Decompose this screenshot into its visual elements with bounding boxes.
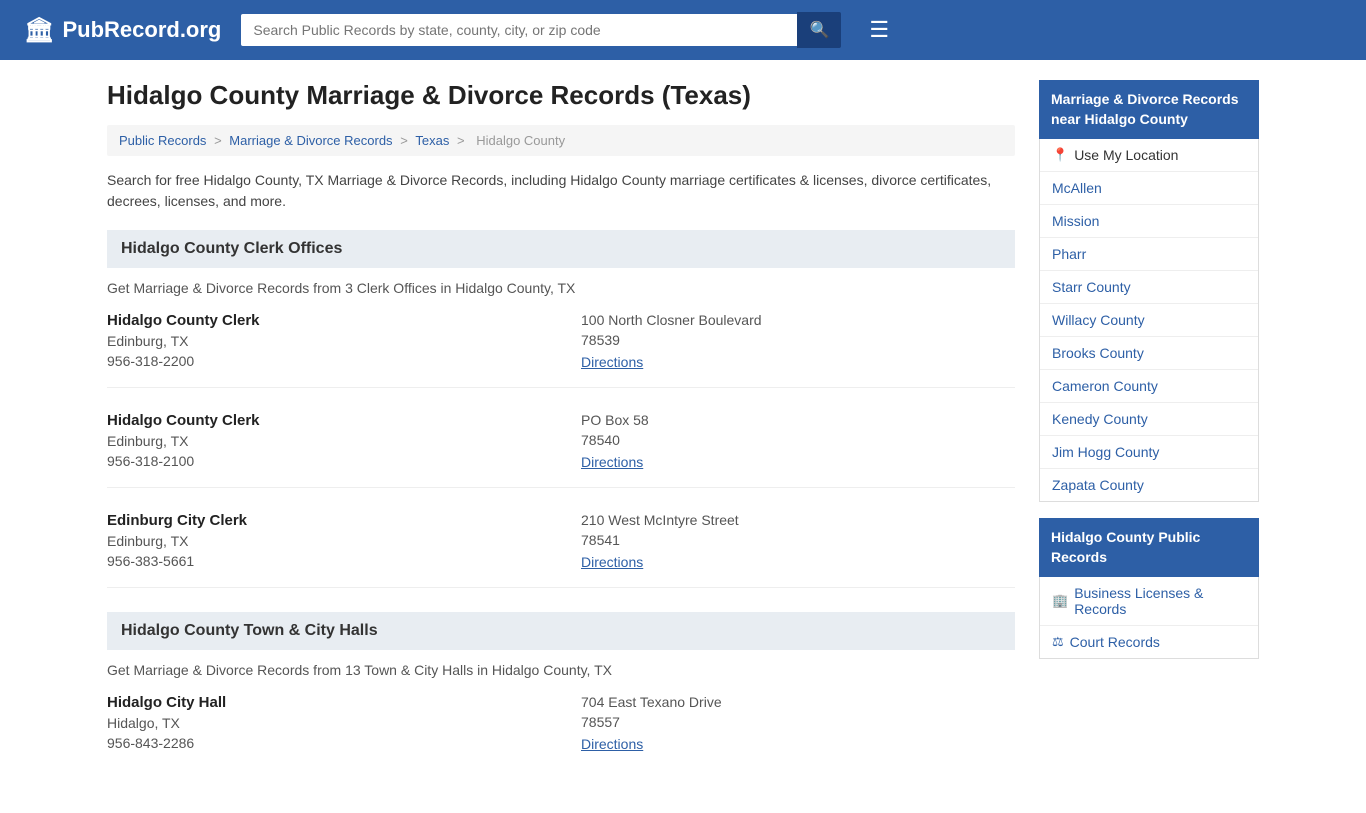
page-title: Hidalgo County Marriage & Divorce Record… — [107, 80, 1015, 111]
sidebar-item-mission[interactable]: Mission — [1040, 205, 1258, 238]
logo[interactable]: 🏛 PubRecord.org — [24, 16, 221, 45]
sidebar-item-brooks-county[interactable]: Brooks County — [1040, 337, 1258, 370]
sidebar-item-mcallen[interactable]: McAllen — [1040, 172, 1258, 205]
court-icon: ⚖ — [1052, 634, 1064, 650]
clerk-office-2-directions[interactable]: Directions — [581, 454, 643, 470]
clerk-office-3-directions[interactable]: Directions — [581, 554, 643, 570]
clerk-office-1: Hidalgo County Clerk Edinburg, TX 956-31… — [107, 312, 1015, 388]
sidebar-use-location[interactable]: 📍 Use My Location — [1040, 139, 1258, 172]
sidebar-kenedy-county-label: Kenedy County — [1052, 411, 1148, 427]
sidebar-item-pharr[interactable]: Pharr — [1040, 238, 1258, 271]
breadcrumb-public-records[interactable]: Public Records — [119, 133, 206, 148]
breadcrumb-sep-2: > — [400, 133, 411, 148]
clerk-office-2-phone: 956-318-2100 — [107, 453, 541, 469]
clerk-office-3-left: Edinburg City Clerk Edinburg, TX 956-383… — [107, 512, 541, 571]
cityhall-1-zip: 78557 — [581, 714, 1015, 730]
clerk-section-desc: Get Marriage & Divorce Records from 3 Cl… — [107, 280, 1015, 296]
sidebar-nearby-title: Marriage & Divorce Records near Hidalgo … — [1039, 80, 1259, 139]
sidebar-business-licenses-label: Business Licenses & Records — [1074, 585, 1246, 617]
sidebar-starr-county-label: Starr County — [1052, 279, 1131, 295]
logo-text: PubRecord.org — [62, 17, 221, 43]
header: 🏛 PubRecord.org 🔍 ☰ — [0, 0, 1366, 60]
sidebar-item-business-licenses[interactable]: 🏢 Business Licenses & Records — [1040, 577, 1258, 626]
clerk-office-3-name: Edinburg City Clerk — [107, 512, 541, 529]
location-icon: 📍 — [1052, 147, 1068, 163]
sidebar-use-location-label: Use My Location — [1074, 147, 1178, 163]
sidebar-willacy-county-label: Willacy County — [1052, 312, 1145, 328]
sidebar-mission-label: Mission — [1052, 213, 1099, 229]
main-container: Hidalgo County Marriage & Divorce Record… — [83, 60, 1283, 813]
clerk-office-2-left: Hidalgo County Clerk Edinburg, TX 956-31… — [107, 412, 541, 471]
cityhall-1-name: Hidalgo City Hall — [107, 694, 541, 711]
cityhall-1-right: 704 East Texano Drive 78557 Directions — [541, 694, 1015, 753]
breadcrumb-marriage-records[interactable]: Marriage & Divorce Records — [229, 133, 392, 148]
cityhall-1-phone: 956-843-2286 — [107, 735, 541, 751]
cityhall-section-header: Hidalgo County Town & City Halls — [107, 612, 1015, 650]
cityhall-1-city: Hidalgo, TX — [107, 715, 541, 731]
sidebar-item-cameron-county[interactable]: Cameron County — [1040, 370, 1258, 403]
search-input[interactable] — [241, 14, 797, 46]
sidebar-zapata-county-label: Zapata County — [1052, 477, 1144, 493]
page-description: Search for free Hidalgo County, TX Marri… — [107, 170, 1015, 212]
sidebar-item-kenedy-county[interactable]: Kenedy County — [1040, 403, 1258, 436]
sidebar-item-court-records[interactable]: ⚖ Court Records — [1040, 626, 1258, 658]
clerk-office-1-phone: 956-318-2200 — [107, 353, 541, 369]
clerk-office-1-zip: 78539 — [581, 332, 1015, 348]
cityhall-1-directions[interactable]: Directions — [581, 736, 643, 752]
sidebar-brooks-county-label: Brooks County — [1052, 345, 1144, 361]
sidebar-court-records-label: Court Records — [1070, 634, 1160, 650]
clerk-office-2-zip: 78540 — [581, 432, 1015, 448]
sidebar-item-starr-county[interactable]: Starr County — [1040, 271, 1258, 304]
breadcrumb-hidalgo: Hidalgo County — [476, 133, 565, 148]
clerk-office-1-address: 100 North Closner Boulevard — [581, 312, 1015, 328]
clerk-office-3-zip: 78541 — [581, 532, 1015, 548]
breadcrumb-sep-1: > — [214, 133, 225, 148]
breadcrumb-sep-3: > — [457, 133, 468, 148]
search-button[interactable]: 🔍 — [797, 12, 841, 48]
clerk-office-2-city: Edinburg, TX — [107, 433, 541, 449]
sidebar: Marriage & Divorce Records near Hidalgo … — [1039, 80, 1259, 793]
clerk-office-3-phone: 956-383-5661 — [107, 553, 541, 569]
sidebar-item-jim-hogg-county[interactable]: Jim Hogg County — [1040, 436, 1258, 469]
clerk-office-1-directions[interactable]: Directions — [581, 354, 643, 370]
sidebar-pharr-label: Pharr — [1052, 246, 1086, 262]
clerk-office-2-right: PO Box 58 78540 Directions — [541, 412, 1015, 471]
clerk-office-3-address: 210 West McIntyre Street — [581, 512, 1015, 528]
breadcrumb: Public Records > Marriage & Divorce Reco… — [107, 125, 1015, 156]
sidebar-nearby-list: 📍 Use My Location McAllen Mission Pharr … — [1039, 139, 1259, 502]
sidebar-jim-hogg-county-label: Jim Hogg County — [1052, 444, 1159, 460]
menu-button[interactable]: ☰ — [869, 17, 889, 43]
sidebar-public-records-list: 🏢 Business Licenses & Records ⚖ Court Re… — [1039, 577, 1259, 659]
clerk-office-1-city: Edinburg, TX — [107, 333, 541, 349]
sidebar-mcallen-label: McAllen — [1052, 180, 1102, 196]
clerk-office-1-left: Hidalgo County Clerk Edinburg, TX 956-31… — [107, 312, 541, 371]
sidebar-public-records-title: Hidalgo County Public Records — [1039, 518, 1259, 577]
clerk-office-1-name: Hidalgo County Clerk — [107, 312, 541, 329]
search-area: 🔍 — [241, 12, 841, 48]
content-area: Hidalgo County Marriage & Divorce Record… — [107, 80, 1015, 793]
cityhall-1-address: 704 East Texano Drive — [581, 694, 1015, 710]
sidebar-item-zapata-county[interactable]: Zapata County — [1040, 469, 1258, 501]
sidebar-nearby-section: Marriage & Divorce Records near Hidalgo … — [1039, 80, 1259, 502]
business-icon: 🏢 — [1052, 593, 1068, 609]
cityhall-1-left: Hidalgo City Hall Hidalgo, TX 956-843-22… — [107, 694, 541, 753]
sidebar-public-records-section: Hidalgo County Public Records 🏢 Business… — [1039, 518, 1259, 659]
sidebar-item-willacy-county[interactable]: Willacy County — [1040, 304, 1258, 337]
clerk-office-1-right: 100 North Closner Boulevard 78539 Direct… — [541, 312, 1015, 371]
logo-icon: 🏛 — [24, 16, 54, 45]
clerk-office-3: Edinburg City Clerk Edinburg, TX 956-383… — [107, 512, 1015, 588]
clerk-office-2-name: Hidalgo County Clerk — [107, 412, 541, 429]
clerk-office-2-address: PO Box 58 — [581, 412, 1015, 428]
sidebar-cameron-county-label: Cameron County — [1052, 378, 1158, 394]
cityhall-1: Hidalgo City Hall Hidalgo, TX 956-843-22… — [107, 694, 1015, 769]
clerk-section-header: Hidalgo County Clerk Offices — [107, 230, 1015, 268]
cityhall-section-desc: Get Marriage & Divorce Records from 13 T… — [107, 662, 1015, 678]
breadcrumb-texas[interactable]: Texas — [415, 133, 449, 148]
clerk-office-2: Hidalgo County Clerk Edinburg, TX 956-31… — [107, 412, 1015, 488]
clerk-office-3-right: 210 West McIntyre Street 78541 Direction… — [541, 512, 1015, 571]
clerk-office-3-city: Edinburg, TX — [107, 533, 541, 549]
